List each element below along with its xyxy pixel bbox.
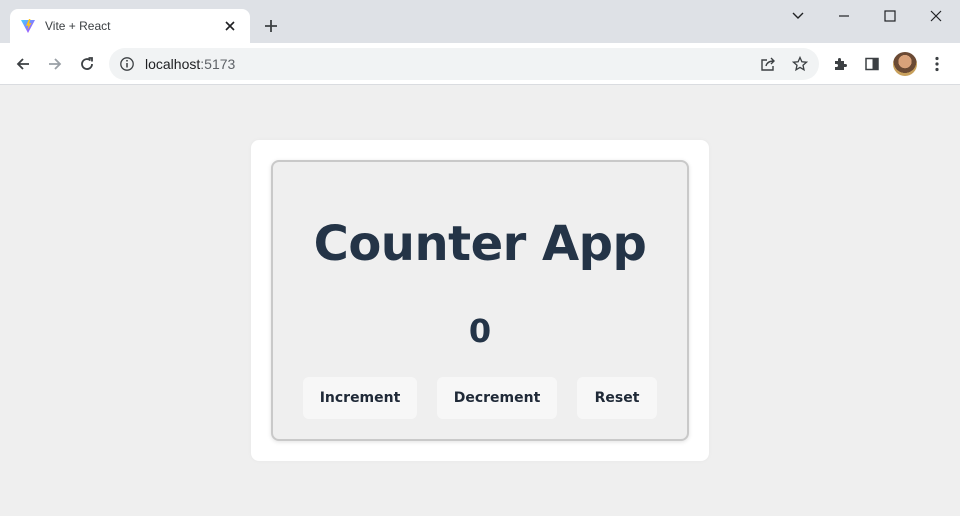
forward-icon[interactable] — [43, 52, 67, 76]
extensions-icon[interactable] — [831, 55, 849, 73]
url-text: localhost:5173 — [145, 56, 235, 72]
back-icon[interactable] — [11, 52, 35, 76]
decrement-button[interactable]: Decrement — [437, 377, 557, 419]
site-info-icon[interactable] — [119, 56, 135, 72]
menu-kebab-icon[interactable] — [928, 55, 946, 73]
share-icon[interactable] — [760, 56, 776, 72]
reload-icon[interactable] — [75, 52, 99, 76]
profile-avatar[interactable] — [893, 52, 917, 76]
tab-strip: Vite + React — [0, 0, 960, 43]
page-viewport: Counter App 0 Increment Decrement Reset — [0, 86, 960, 516]
vite-logo-icon — [20, 18, 36, 34]
tab-search-icon[interactable] — [786, 4, 810, 28]
url-host: localhost — [145, 56, 201, 72]
browser-tab[interactable]: Vite + React — [10, 9, 250, 43]
app-container: Counter App 0 Increment Decrement Reset — [251, 140, 709, 461]
address-bar[interactable]: localhost:5173 — [109, 48, 819, 80]
bookmark-star-icon[interactable] — [792, 56, 808, 72]
tab-title: Vite + React — [45, 19, 111, 33]
maximize-icon[interactable] — [878, 4, 902, 28]
minimize-icon[interactable] — [832, 4, 856, 28]
increment-button[interactable]: Increment — [303, 377, 417, 419]
close-window-icon[interactable] — [924, 4, 948, 28]
counter-value: 0 — [468, 312, 492, 350]
browser-toolbar: localhost:5173 — [0, 43, 960, 85]
url-port: :5173 — [200, 56, 236, 72]
new-tab-icon[interactable] — [260, 15, 282, 37]
counter-card: Counter App 0 Increment Decrement Reset — [271, 160, 689, 441]
page-title: Counter App — [313, 216, 647, 272]
side-panel-icon[interactable] — [863, 55, 881, 73]
reset-button[interactable]: Reset — [577, 377, 657, 419]
close-tab-icon[interactable] — [222, 18, 238, 34]
